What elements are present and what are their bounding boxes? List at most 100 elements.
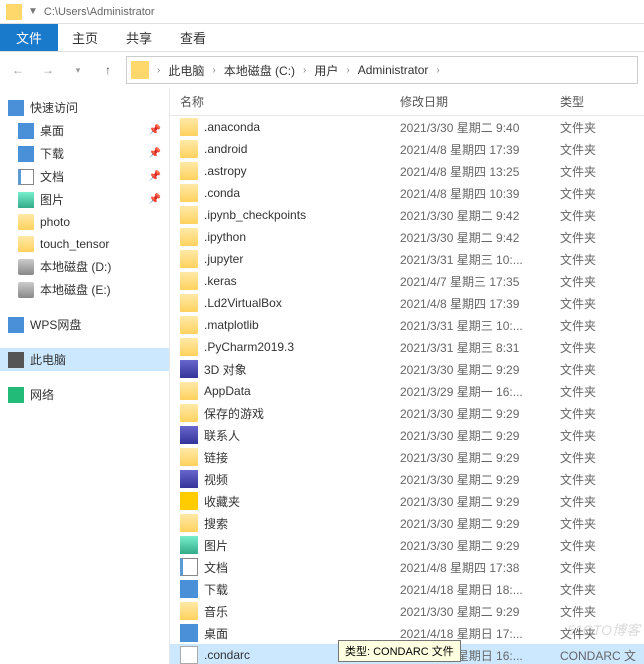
sidebar-network[interactable]: 网络 — [0, 383, 169, 406]
file-type: 文件夹 — [560, 361, 596, 378]
file-type: 文件夹 — [560, 405, 596, 422]
sidebar-this-pc[interactable]: 此电脑 — [0, 348, 169, 371]
menu-file[interactable]: 文件 — [0, 24, 58, 51]
file-name: 保存的游戏 — [204, 405, 400, 422]
bc-seg[interactable]: Administrator — [354, 63, 433, 77]
file-icon — [180, 338, 198, 356]
file-row[interactable]: 下载2021/4/18 星期日 18:...文件夹 — [170, 578, 644, 600]
file-row[interactable]: 图片2021/3/30 星期二 9:29文件夹 — [170, 534, 644, 556]
menu-home[interactable]: 主页 — [58, 24, 112, 51]
file-name: 联系人 — [204, 427, 400, 444]
chevron-right-icon[interactable]: › — [434, 65, 441, 76]
file-row[interactable]: 收藏夹2021/3/30 星期二 9:29文件夹 — [170, 490, 644, 512]
sidebar-item[interactable]: 本地磁盘 (E:) — [0, 278, 169, 301]
sidebar-item[interactable]: 桌面📌 — [0, 119, 169, 142]
menu-view[interactable]: 查看 — [166, 24, 220, 51]
file-type: 文件夹 — [560, 339, 596, 356]
file-date: 2021/4/18 星期日 18:... — [400, 581, 560, 598]
pathbar: ← → ▾ ↑ › 此电脑 › 本地磁盘 (C:) › 用户 › Adminis… — [0, 52, 644, 88]
back-button[interactable]: ← — [6, 58, 30, 82]
file-name: .jupyter — [204, 252, 400, 266]
file-type: 文件夹 — [560, 295, 596, 312]
forward-button[interactable]: → — [36, 58, 60, 82]
menu-share[interactable]: 共享 — [112, 24, 166, 51]
tooltip: 类型: CONDARC 文件 — [338, 640, 461, 662]
col-name[interactable]: 名称 — [170, 93, 400, 110]
file-icon — [180, 470, 198, 488]
sidebar-item[interactable]: 本地磁盘 (D:) — [0, 255, 169, 278]
recent-button[interactable]: ▾ — [66, 58, 90, 82]
file-date: 2021/4/8 星期四 17:39 — [400, 141, 560, 158]
chevron-right-icon[interactable]: › — [210, 65, 217, 76]
item-icon — [18, 214, 34, 230]
breadcrumb[interactable]: › 此电脑 › 本地磁盘 (C:) › 用户 › Administrator › — [126, 56, 638, 84]
file-name: 音乐 — [204, 603, 400, 620]
sidebar-item[interactable]: 下载📌 — [0, 142, 169, 165]
file-row[interactable]: .android2021/4/8 星期四 17:39文件夹 — [170, 138, 644, 160]
file-row[interactable]: 保存的游戏2021/3/30 星期二 9:29文件夹 — [170, 402, 644, 424]
file-date: 2021/3/30 星期二 9:42 — [400, 207, 560, 224]
sidebar-quick-access[interactable]: 快速访问 — [0, 96, 169, 119]
chevron-right-icon[interactable]: › — [344, 65, 351, 76]
file-row[interactable]: 联系人2021/3/30 星期二 9:29文件夹 — [170, 424, 644, 446]
file-row[interactable]: AppData2021/3/29 星期一 16:...文件夹 — [170, 380, 644, 402]
file-row[interactable]: .ipython2021/3/30 星期二 9:42文件夹 — [170, 226, 644, 248]
file-name: .android — [204, 142, 400, 156]
col-date[interactable]: 修改日期 — [400, 93, 560, 110]
sidebar-item-label: 本地磁盘 (D:) — [40, 258, 111, 275]
file-name: .astropy — [204, 164, 400, 178]
file-row[interactable]: 链接2021/3/30 星期二 9:29文件夹 — [170, 446, 644, 468]
file-row[interactable]: .Ld2VirtualBox2021/4/8 星期四 17:39文件夹 — [170, 292, 644, 314]
file-date: 2021/4/8 星期四 13:25 — [400, 163, 560, 180]
file-date: 2021/3/30 星期二 9:29 — [400, 603, 560, 620]
file-name: 文档 — [204, 559, 400, 576]
file-icon — [180, 316, 198, 334]
file-row[interactable]: 搜索2021/3/30 星期二 9:29文件夹 — [170, 512, 644, 534]
file-row[interactable]: .PyCharm2019.32021/3/31 星期三 8:31文件夹 — [170, 336, 644, 358]
file-date: 2021/3/30 星期二 9:29 — [400, 427, 560, 444]
sidebar-label: 快速访问 — [30, 99, 78, 116]
item-icon — [18, 169, 34, 185]
file-row[interactable]: 文档2021/4/8 星期四 17:38文件夹 — [170, 556, 644, 578]
file-row[interactable]: .conda2021/4/8 星期四 10:39文件夹 — [170, 182, 644, 204]
chevron-right-icon[interactable]: › — [155, 65, 162, 76]
sidebar-wps[interactable]: WPS网盘 — [0, 313, 169, 336]
file-type: 文件夹 — [560, 427, 596, 444]
bc-seg[interactable]: 用户 — [310, 62, 342, 79]
pin-icon: 📌 — [149, 148, 161, 159]
folder-icon — [131, 61, 149, 79]
column-headers[interactable]: 名称 修改日期 类型 — [170, 88, 644, 116]
up-button[interactable]: ↑ — [96, 58, 120, 82]
file-date: 2021/3/31 星期三 8:31 — [400, 339, 560, 356]
file-name: 图片 — [204, 537, 400, 554]
pin-icon: 📌 — [149, 125, 161, 136]
sidebar-item[interactable]: 图片📌 — [0, 188, 169, 211]
file-type: 文件夹 — [560, 581, 596, 598]
file-row[interactable]: .ipynb_checkpoints2021/3/30 星期二 9:42文件夹 — [170, 204, 644, 226]
file-icon — [180, 448, 198, 466]
pc-icon — [8, 352, 24, 368]
file-date: 2021/3/31 星期三 10:... — [400, 317, 560, 334]
chevron-right-icon[interactable]: › — [301, 65, 308, 76]
file-name: 搜索 — [204, 515, 400, 532]
sidebar-item[interactable]: touch_tensor — [0, 233, 169, 255]
col-type[interactable]: 类型 — [560, 93, 644, 110]
sidebar-item[interactable]: 文档📌 — [0, 165, 169, 188]
item-icon — [18, 259, 34, 275]
file-icon — [180, 426, 198, 444]
file-row[interactable]: .anaconda2021/3/30 星期二 9:40文件夹 — [170, 116, 644, 138]
file-row[interactable]: .matplotlib2021/3/31 星期三 10:...文件夹 — [170, 314, 644, 336]
file-row[interactable]: 视频2021/3/30 星期二 9:29文件夹 — [170, 468, 644, 490]
file-row[interactable]: 音乐2021/3/30 星期二 9:29文件夹 — [170, 600, 644, 622]
file-row[interactable]: 3D 对象2021/3/30 星期二 9:29文件夹 — [170, 358, 644, 380]
file-row[interactable]: .keras2021/4/7 星期三 17:35文件夹 — [170, 270, 644, 292]
network-icon — [8, 387, 24, 403]
file-name: 收藏夹 — [204, 493, 400, 510]
file-list: 名称 修改日期 类型 .anaconda2021/3/30 星期二 9:40文件… — [170, 88, 644, 664]
bc-seg[interactable]: 此电脑 — [164, 62, 208, 79]
bc-seg[interactable]: 本地磁盘 (C:) — [220, 62, 299, 79]
sidebar-item[interactable]: photo — [0, 211, 169, 233]
down-icon[interactable]: ▼ — [28, 6, 38, 17]
file-row[interactable]: .jupyter2021/3/31 星期三 10:...文件夹 — [170, 248, 644, 270]
file-row[interactable]: .astropy2021/4/8 星期四 13:25文件夹 — [170, 160, 644, 182]
